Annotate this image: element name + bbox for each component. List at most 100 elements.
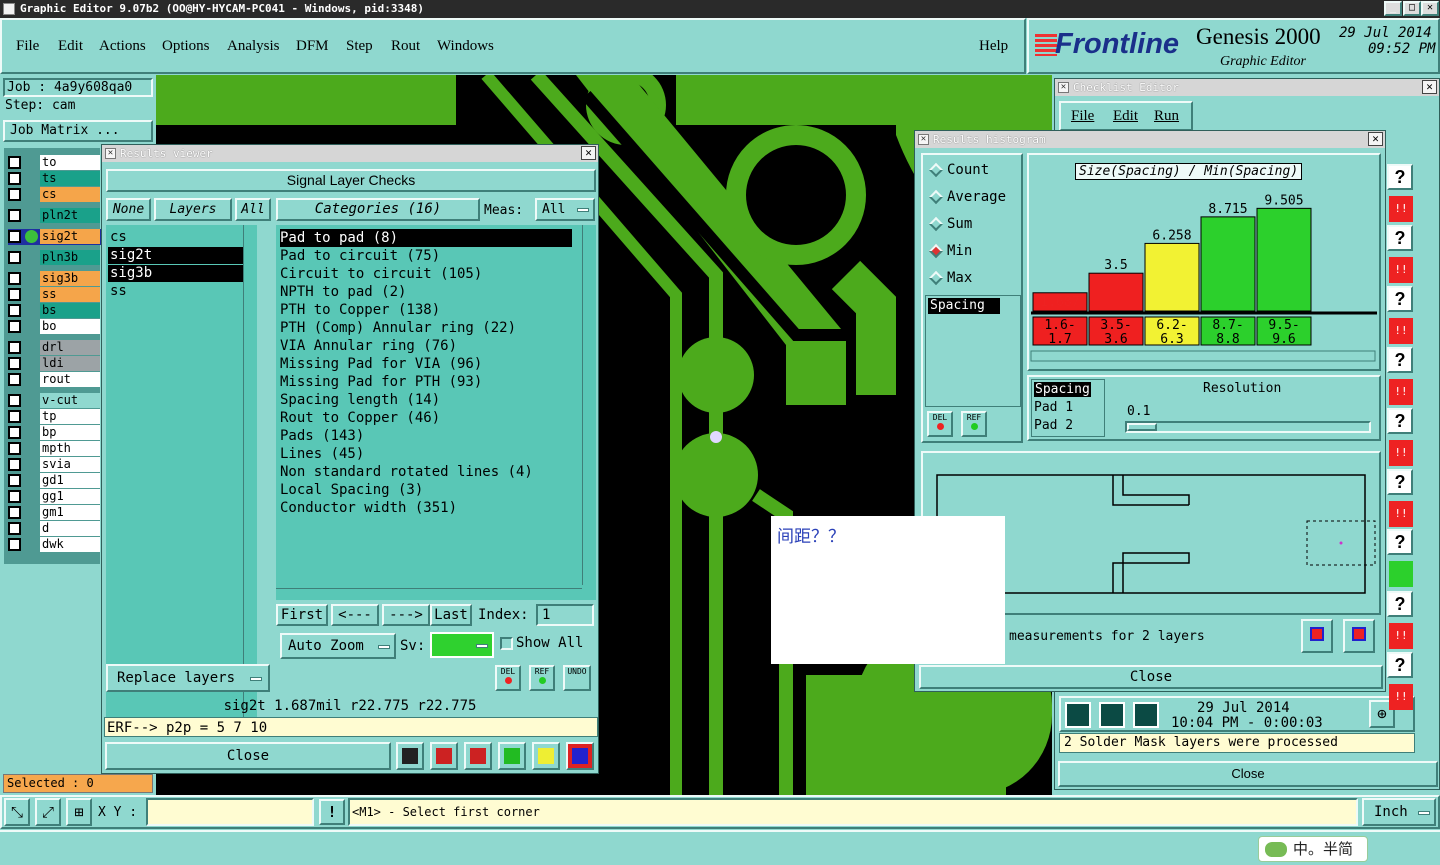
category-item[interactable]: NPTH to pad (2) (280, 283, 572, 301)
all-layers-button[interactable]: All (235, 198, 271, 221)
undo-button[interactable]: UNDO (563, 665, 591, 691)
layer-checkbox[interactable] (8, 251, 21, 264)
check-status-button[interactable]: ? (1387, 225, 1413, 251)
ime-indicator[interactable]: 中。半简 (1258, 836, 1368, 862)
layer-row-gg1[interactable]: gg1 (8, 489, 104, 505)
category-item[interactable]: Missing Pad for VIA (96) (280, 355, 572, 373)
category-item[interactable]: Rout to Copper (46) (280, 409, 572, 427)
layer-checkbox[interactable] (8, 304, 21, 317)
layer-checkbox[interactable] (8, 272, 21, 285)
layer-row-pln2t[interactable]: pln2t (8, 208, 104, 224)
category-item[interactable]: Spacing length (14) (280, 391, 572, 409)
checklist-menu-edit[interactable]: Edit (1113, 108, 1138, 125)
auto-zoom-dropdown[interactable]: Auto Zoom (280, 633, 396, 659)
grid-icon[interactable]: ⊞ (66, 798, 92, 826)
layer-row-tp[interactable]: tp (8, 409, 104, 425)
layer-checkbox[interactable] (8, 394, 21, 407)
layer-row-gm1[interactable]: gm1 (8, 505, 104, 521)
result-layer-item[interactable]: cs (108, 229, 248, 246)
checklist-close-button[interactable]: Close (1058, 761, 1438, 787)
layer-checkbox[interactable] (8, 373, 21, 386)
close-app-button[interactable]: ✕ (1421, 1, 1439, 16)
resolution-slider[interactable] (1125, 421, 1371, 433)
layer-row-bp[interactable]: bp (8, 425, 104, 441)
check-status-button[interactable]: ? (1387, 347, 1413, 373)
menu-windows[interactable]: Windows (437, 38, 494, 55)
histogram-bar-3[interactable] (1144, 242, 1200, 312)
check-status-button[interactable]: ? (1387, 591, 1413, 617)
layer-row-mpth[interactable]: mpth (8, 441, 104, 457)
category-item[interactable]: Missing Pad for PTH (93) (280, 373, 572, 391)
layer-row-drl[interactable]: drl (8, 340, 104, 356)
category-item[interactable]: Pad to pad (8) (280, 229, 572, 247)
checklist-menu-file[interactable]: File (1071, 108, 1094, 125)
check-status-button[interactable]: ? (1387, 164, 1413, 190)
layer-row-bs[interactable]: bs (8, 303, 104, 319)
layer-icon[interactable] (396, 742, 424, 770)
layer-checkbox[interactable] (8, 188, 21, 201)
minimize-button[interactable]: _ (1384, 1, 1402, 16)
layer-row-sig2t[interactable]: sig2t (8, 229, 104, 245)
none-button[interactable]: None (106, 198, 151, 221)
category-item[interactable]: Lines (45) (280, 445, 572, 463)
layers-list[interactable]: cs sig2t sig3b ss (106, 225, 257, 729)
run-all-icon[interactable] (1065, 702, 1091, 728)
meas-dropdown[interactable]: All (535, 198, 595, 221)
histogram-option-max[interactable]: Max (928, 269, 1021, 287)
histogram-del-button[interactable]: DEL (927, 411, 953, 437)
result-layer-item[interactable]: ss (108, 283, 248, 300)
histogram-close-button[interactable]: Close (919, 665, 1383, 689)
categories-button[interactable]: Categories (16) (276, 198, 480, 221)
ref-button[interactable]: REF (529, 665, 555, 691)
menu-edit[interactable]: Edit (58, 38, 83, 55)
histogram-option-min[interactable]: Min (928, 242, 1021, 260)
layer-checkbox[interactable] (8, 506, 21, 519)
layer-row-v-cut[interactable]: v-cut (8, 393, 104, 409)
category-item[interactable]: Non standard rotated lines (4) (280, 463, 572, 481)
histogram-icon[interactable] (566, 742, 594, 770)
check-status-button[interactable]: ? (1387, 529, 1413, 555)
replace-layers-dropdown[interactable]: Replace layers (106, 664, 270, 692)
export-icon[interactable] (430, 742, 458, 770)
layer-checkbox[interactable] (8, 230, 21, 243)
job-matrix-button[interactable]: Job Matrix ... (3, 120, 153, 142)
xy-input[interactable] (146, 798, 314, 826)
layer-row-svia[interactable]: svia (8, 457, 104, 473)
category-item[interactable]: Pads (143) (280, 427, 572, 445)
maximize-button[interactable]: □ (1403, 1, 1421, 16)
menu-dfm[interactable]: DFM (296, 38, 329, 55)
histogram-ref-button[interactable]: REF (961, 411, 987, 437)
layer-row-ss[interactable]: ss (8, 287, 104, 303)
layer-row-ldi[interactable]: ldi (8, 356, 104, 372)
layer-row-dwk[interactable]: dwk (8, 537, 104, 553)
histogram-hscrollbar[interactable] (1030, 350, 1376, 362)
del-button[interactable]: DEL (495, 665, 521, 691)
show-all-checkbox[interactable] (500, 637, 513, 650)
layers-button[interactable]: Layers (154, 198, 232, 221)
last-button[interactable]: Last (430, 604, 472, 626)
category-item[interactable]: Conductor width (351) (280, 499, 572, 517)
snap-icon[interactable]: ⤡ (4, 798, 30, 826)
histogram-bar-4[interactable] (1200, 216, 1256, 312)
field-pad1[interactable]: Pad 1 (1034, 400, 1073, 415)
layer-checkbox[interactable] (8, 209, 21, 222)
layer-checkbox[interactable] (8, 490, 21, 503)
measure-icon[interactable]: ⤢ (35, 798, 61, 826)
categories-hscrollbar[interactable] (276, 588, 582, 600)
check-status-button[interactable]: ? (1387, 469, 1413, 495)
menu-file[interactable]: File (16, 38, 39, 55)
result-layer-item[interactable]: sig3b (108, 265, 248, 282)
layer-checkbox[interactable] (8, 538, 21, 551)
checklist-menu-run[interactable]: Run (1154, 108, 1179, 125)
check-status-button[interactable]: ? (1387, 408, 1413, 434)
layer-checkbox[interactable] (8, 320, 21, 333)
layer-row-ts[interactable]: ts (8, 171, 104, 187)
measure-icon[interactable] (498, 742, 526, 770)
category-item[interactable]: VIA Annular ring (76) (280, 337, 572, 355)
layer-checkbox[interactable] (8, 156, 21, 169)
layer-row-rout[interactable]: rout (8, 372, 104, 388)
next-button[interactable]: ---> (382, 604, 430, 626)
report-icon[interactable] (532, 742, 560, 770)
layer-checkbox[interactable] (8, 458, 21, 471)
layers-scrollbar[interactable] (243, 225, 257, 729)
